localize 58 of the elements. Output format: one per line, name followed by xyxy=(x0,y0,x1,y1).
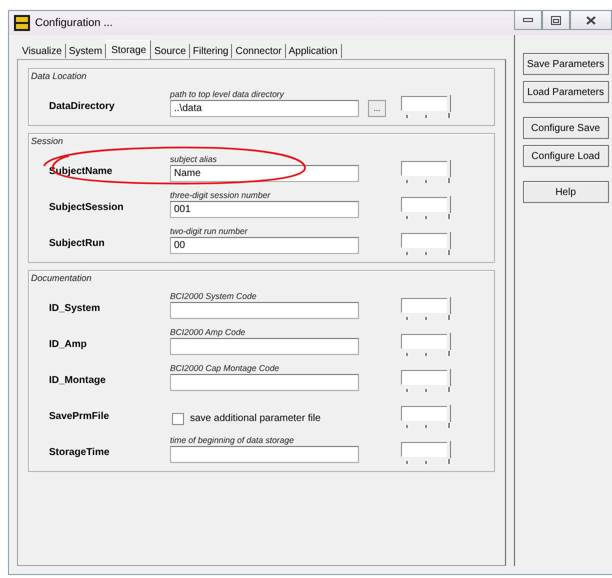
maximize-icon xyxy=(551,16,561,24)
parameter-hint: BCI2000 System Code xyxy=(170,290,258,302)
tab[interactable]: Filtering xyxy=(190,44,232,58)
slider-thumb[interactable] xyxy=(447,405,451,422)
tab[interactable]: Storage xyxy=(106,40,152,60)
tab[interactable]: Connector xyxy=(232,44,286,58)
window-title: Configuration ... xyxy=(35,17,113,29)
minimize-button[interactable] xyxy=(514,11,542,30)
slider-thumb[interactable] xyxy=(447,196,451,213)
slider-thumb[interactable] xyxy=(447,441,451,458)
checkbox-label: save additional parameter file xyxy=(190,413,321,424)
parameter-hint: two-digit run number xyxy=(170,225,249,237)
app-logo-icon xyxy=(14,15,30,31)
slider-thumb[interactable] xyxy=(447,333,451,350)
action-button[interactable]: Configure Save xyxy=(522,117,609,139)
parameter-name: SubjectRun xyxy=(49,236,106,248)
parameter-field[interactable]: 001 xyxy=(170,201,359,218)
group-title: Documentation xyxy=(31,273,93,283)
tab[interactable]: Visualize xyxy=(19,44,66,58)
action-button[interactable]: Save Parameters xyxy=(522,53,609,75)
parameter-hint: path to top level data directory xyxy=(170,88,286,100)
parameter-field[interactable] xyxy=(170,446,359,463)
parameter-hint: BCI2000 Cap Montage Code xyxy=(170,362,280,374)
slider-thumb[interactable] xyxy=(447,160,451,177)
group-title: Session xyxy=(31,136,64,146)
close-icon xyxy=(586,16,596,24)
parameter-field[interactable] xyxy=(170,302,359,319)
slider-thumb[interactable] xyxy=(447,232,451,249)
action-button[interactable]: Load Parameters xyxy=(522,81,609,103)
group-title: Data Location xyxy=(31,71,88,81)
parameter-hint: time of beginning of data storage xyxy=(170,434,295,446)
close-button[interactable] xyxy=(570,11,612,30)
parameter-name: SavePrmFile xyxy=(49,410,110,422)
maximize-button[interactable] xyxy=(542,11,570,30)
parameter-name: DataDirectory xyxy=(49,100,116,112)
parameter-field[interactable]: 00 xyxy=(170,237,359,254)
parameter-name: ID_Amp xyxy=(49,338,88,350)
slider-thumb[interactable] xyxy=(447,95,451,112)
checkbox[interactable] xyxy=(172,412,184,424)
parameter-field[interactable]: ..\data xyxy=(170,100,359,117)
parameter-field[interactable]: Name xyxy=(170,165,359,182)
parameter-field[interactable] xyxy=(170,338,359,355)
slider-thumb[interactable] xyxy=(447,369,451,386)
action-button[interactable]: Help xyxy=(522,181,609,203)
parameter-field[interactable] xyxy=(170,374,359,391)
parameter-name: SubjectSession xyxy=(49,200,124,212)
action-button[interactable]: Configure Load xyxy=(522,145,609,167)
parameter-hint: BCI2000 Amp Code xyxy=(170,326,246,338)
minimize-icon xyxy=(523,18,533,22)
slider-thumb[interactable] xyxy=(447,297,451,314)
parameter-name: ID_System xyxy=(49,302,102,314)
browse-button[interactable]: ... xyxy=(368,100,386,117)
parameter-name: ID_Montage xyxy=(49,374,107,386)
parameter-name: StorageTime xyxy=(49,446,110,458)
parameter-hint: subject alias xyxy=(170,153,218,165)
parameter-hint: three-digit session number xyxy=(170,189,272,201)
tab[interactable]: Source xyxy=(151,44,190,58)
tab[interactable]: Application xyxy=(286,44,342,58)
